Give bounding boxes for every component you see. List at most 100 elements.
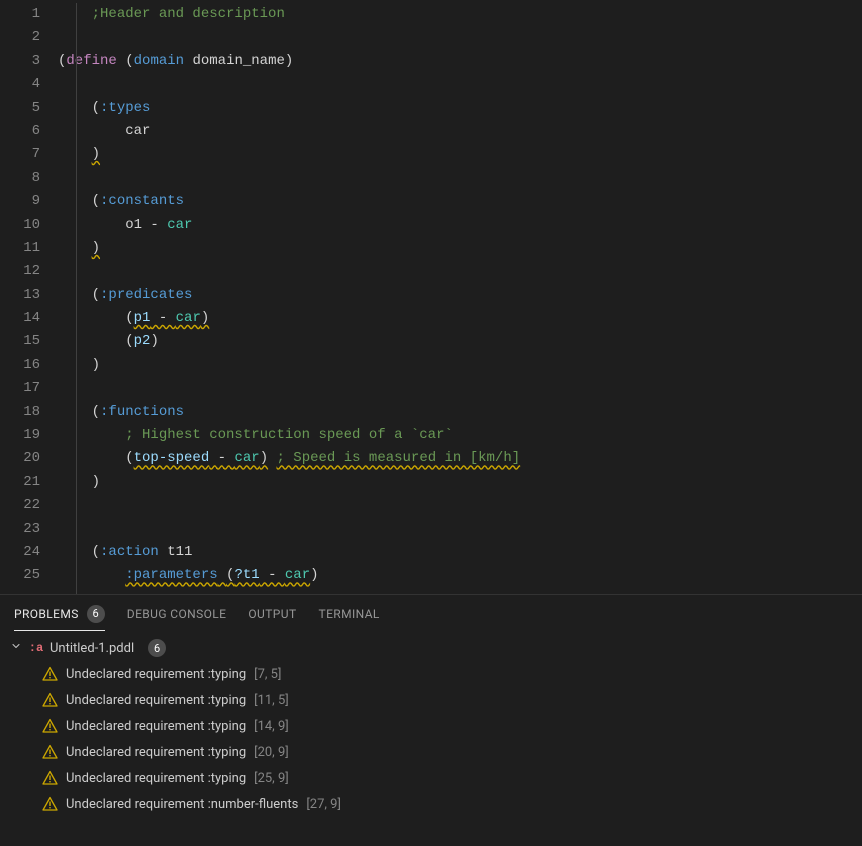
- tab-problems[interactable]: PROBLEMS 6: [14, 595, 105, 631]
- code-line[interactable]: [58, 377, 862, 400]
- tab-output-label: OUTPUT: [248, 607, 296, 621]
- line-number: 8: [0, 167, 58, 190]
- function-name: top-speed: [134, 450, 210, 466]
- line-number: 13: [0, 284, 58, 307]
- line-number: 24: [0, 541, 58, 564]
- constant-name: o1: [125, 217, 142, 233]
- problem-file-name: Untitled-1.pddl: [50, 641, 134, 656]
- code-line[interactable]: (:types: [58, 97, 862, 120]
- code-line[interactable]: (top-speed - car) ; Speed is measured in…: [58, 447, 862, 470]
- warning-icon: [42, 770, 58, 786]
- parameters-keyword: :parameters: [125, 567, 217, 583]
- line-number: 4: [0, 73, 58, 96]
- domain-name: domain_name: [192, 53, 284, 69]
- code-line[interactable]: ;Header and description: [58, 3, 862, 26]
- code-line[interactable]: [58, 494, 862, 517]
- line-number-gutter: 1234567891011121314151617181920212223242…: [0, 0, 58, 594]
- warning-icon: [42, 692, 58, 708]
- parameter-var: ?t1: [234, 567, 259, 583]
- line-number: 23: [0, 518, 58, 541]
- line-number: 21: [0, 471, 58, 494]
- comment-text: ;Header and description: [92, 6, 285, 22]
- code-line[interactable]: (:functions: [58, 401, 862, 424]
- problem-row[interactable]: Undeclared requirement :typing[11, 5]: [8, 687, 854, 713]
- problem-file-row[interactable]: :a Untitled-1.pddl 6: [8, 635, 854, 661]
- type-ref: car: [285, 567, 310, 583]
- line-number: 16: [0, 354, 58, 377]
- editor-area: 1234567891011121314151617181920212223242…: [0, 0, 862, 594]
- line-number: 1: [0, 3, 58, 26]
- predicates-keyword: :predicates: [100, 287, 192, 303]
- warning-icon: [42, 796, 58, 812]
- tab-debug-console-label: DEBUG CONSOLE: [127, 607, 227, 621]
- problem-row[interactable]: Undeclared requirement :typing[20, 9]: [8, 739, 854, 765]
- functions-keyword: :functions: [100, 404, 184, 420]
- line-number: 11: [0, 237, 58, 260]
- code-line[interactable]: ): [58, 143, 862, 166]
- code-line[interactable]: ): [58, 471, 862, 494]
- code-line[interactable]: :parameters (?t1 - car): [58, 564, 862, 587]
- line-number: 3: [0, 50, 58, 73]
- problem-location: [27, 9]: [306, 797, 341, 812]
- line-number: 12: [0, 260, 58, 283]
- constants-keyword: :constants: [100, 193, 184, 209]
- code-line[interactable]: (p2): [58, 330, 862, 353]
- problem-row[interactable]: Undeclared requirement :typing[25, 9]: [8, 765, 854, 791]
- type-ref: car: [167, 217, 192, 233]
- panel-tab-bar: PROBLEMS 6 DEBUG CONSOLE OUTPUT TERMINAL: [0, 595, 862, 631]
- problem-row[interactable]: Undeclared requirement :number-fluents [2…: [8, 791, 854, 817]
- problem-row[interactable]: Undeclared requirement :typing[7, 5]: [8, 661, 854, 687]
- code-line[interactable]: (p1 - car): [58, 307, 862, 330]
- code-line[interactable]: (:predicates: [58, 284, 862, 307]
- warning-icon: [42, 666, 58, 682]
- problem-row[interactable]: Undeclared requirement :typing [14, 9]: [8, 713, 854, 739]
- code-line[interactable]: [58, 260, 862, 283]
- code-line[interactable]: [58, 73, 862, 96]
- warning-icon: [42, 718, 58, 734]
- line-number: 17: [0, 377, 58, 400]
- code-line[interactable]: car: [58, 120, 862, 143]
- line-number: 9: [0, 190, 58, 213]
- code-line[interactable]: o1 - car: [58, 214, 862, 237]
- file-icon: :a: [28, 641, 44, 655]
- tab-terminal[interactable]: TERMINAL: [319, 595, 380, 631]
- code-line[interactable]: (:constants: [58, 190, 862, 213]
- problem-location: [25, 9]: [254, 771, 289, 786]
- line-number: 6: [0, 120, 58, 143]
- types-keyword: :types: [100, 100, 150, 116]
- line-number: 18: [0, 401, 58, 424]
- chevron-down-icon: [10, 640, 22, 656]
- line-number: 25: [0, 564, 58, 587]
- problem-message: Undeclared requirement :typing: [66, 719, 246, 734]
- action-keyword: :action: [100, 544, 159, 560]
- code-line[interactable]: ): [58, 237, 862, 260]
- code-line[interactable]: [58, 167, 862, 190]
- tab-output[interactable]: OUTPUT: [248, 595, 296, 631]
- warning-icon: [42, 744, 58, 760]
- comment-text: ; Speed is measured in [km/h]: [277, 450, 521, 466]
- line-number: 5: [0, 97, 58, 120]
- line-number: 22: [0, 494, 58, 517]
- problem-location: [14, 9]: [254, 719, 289, 734]
- code-line[interactable]: [58, 26, 862, 49]
- code-line[interactable]: ): [58, 354, 862, 377]
- problems-list: :a Untitled-1.pddl 6 Undeclared requirem…: [0, 631, 862, 817]
- type-ref: car: [176, 310, 201, 326]
- problem-location: [11, 5]: [254, 693, 289, 708]
- tab-debug-console[interactable]: DEBUG CONSOLE: [127, 595, 227, 631]
- problem-location: [7, 5]: [254, 667, 281, 682]
- code-line[interactable]: (define (domain domain_name): [58, 50, 862, 73]
- code-line[interactable]: [58, 518, 862, 541]
- line-number: 15: [0, 330, 58, 353]
- line-number: 10: [0, 214, 58, 237]
- type-ref: car: [234, 450, 259, 466]
- code-line[interactable]: (:action t11: [58, 541, 862, 564]
- domain-keyword: domain: [134, 53, 184, 69]
- code-content[interactable]: ;Header and description (define (domain …: [58, 0, 862, 594]
- problem-message: Undeclared requirement :number-fluents: [66, 797, 298, 812]
- code-line[interactable]: ; Highest construction speed of a `car`: [58, 424, 862, 447]
- predicate-name: p2: [134, 333, 151, 349]
- line-number: 2: [0, 26, 58, 49]
- action-name: t11: [167, 544, 192, 560]
- file-problems-count-badge: 6: [148, 639, 166, 657]
